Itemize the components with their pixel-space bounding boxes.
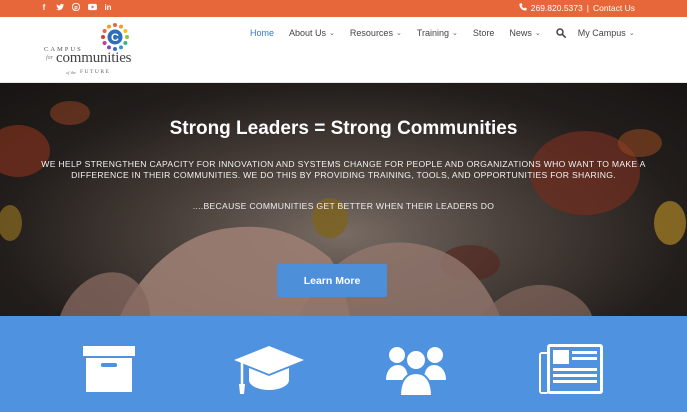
chevron-down-icon: ⌄ (329, 30, 335, 37)
nav-item-store[interactable]: Store (473, 28, 495, 38)
nav-item-label: About Us (289, 28, 327, 38)
graduation-cap-icon[interactable] (234, 344, 304, 394)
logo-for-text: for (46, 55, 54, 61)
facebook-icon[interactable]: f (40, 3, 48, 14)
nav-item-my-campus[interactable]: My Campus ⌄ (578, 28, 635, 38)
nav-item-label: News (509, 28, 532, 38)
chevron-down-icon: ⌄ (452, 30, 458, 37)
hero-description: WE HELP STRENGTHEN CAPACITY FOR INNOVATI… (41, 159, 646, 180)
main-nav: Home About Us ⌄ Resources ⌄ Training ⌄ S… (250, 28, 650, 38)
nav-item-label: Home (250, 28, 275, 38)
social-links: f p in (40, 2, 112, 14)
hero-banner: Strong Leaders = Strong Communities WE H… (0, 83, 687, 316)
linkedin-icon[interactable]: in (104, 3, 112, 14)
archive-box-icon[interactable] (83, 344, 135, 394)
newspaper-icon[interactable] (539, 344, 603, 394)
site-header: C CAMPUS for communities of the FUTURE H… (0, 17, 687, 83)
nav-item-label: Store (472, 28, 495, 38)
contact-us-link[interactable]: Contact Us (593, 3, 635, 14)
contact-separator: | (586, 3, 589, 13)
chevron-down-icon: ⌄ (534, 30, 541, 37)
phone-icon (519, 3, 527, 14)
chevron-down-icon: ⌄ (395, 30, 402, 37)
nav-item-training[interactable]: Training ⌄ (417, 28, 458, 38)
logo-letter: C (111, 32, 119, 44)
learn-more-button[interactable]: Learn More (277, 264, 387, 297)
site-logo[interactable]: C CAMPUS for communities of the FUTURE (44, 22, 144, 78)
logo-of-the-text: of the (66, 70, 77, 75)
nav-item-label: My Campus (577, 28, 626, 38)
chevron-down-icon: ⌄ (628, 30, 635, 37)
users-group-icon[interactable] (386, 344, 446, 396)
nav-item-label: Resources (349, 28, 393, 38)
youtube-icon[interactable] (88, 3, 97, 14)
features-band (0, 316, 687, 412)
nav-item-resources[interactable]: Resources ⌄ (350, 28, 402, 38)
logo-communities-text: communities (56, 50, 132, 66)
nav-item-home[interactable]: Home (250, 28, 274, 38)
top-bar: f p in 269.820.5373 | Contact Us (0, 0, 687, 17)
nav-item-about-us[interactable]: About Us ⌄ (289, 28, 335, 38)
contact-info: 269.820.5373 | Contact Us (519, 3, 635, 14)
logo-future-text: FUTURE (80, 69, 111, 75)
pinterest-icon[interactable]: p (71, 2, 81, 14)
svg-text:p: p (74, 5, 78, 11)
logo-mark-icon: C (101, 23, 129, 51)
phone-number[interactable]: 269.820.5373 (531, 3, 583, 14)
hero-title: Strong Leaders = Strong Communities (169, 118, 518, 139)
hero-tagline: ....BECAUSE COMMUNITIES GET BETTER WHEN … (192, 201, 495, 211)
nav-item-label: Training (416, 28, 450, 38)
twitter-icon[interactable] (56, 3, 64, 14)
search-icon[interactable] (556, 28, 566, 38)
nav-item-news[interactable]: News ⌄ (509, 28, 540, 38)
